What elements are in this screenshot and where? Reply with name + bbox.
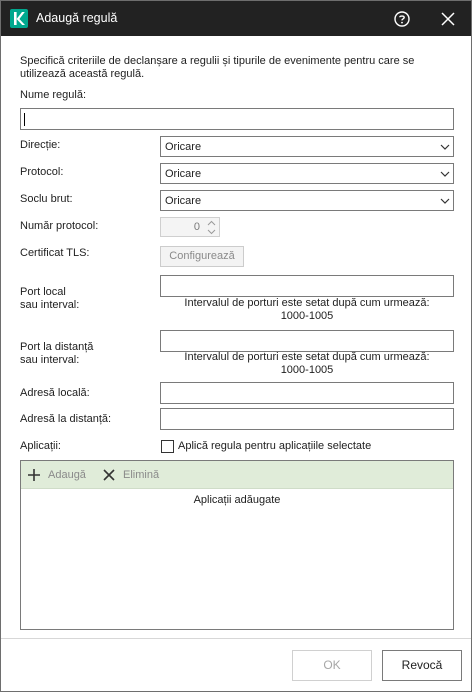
local-port-label-line2: sau interval:: [20, 299, 80, 311]
protocol-select[interactable]: Oricare: [160, 163, 454, 184]
add-rule-dialog: Adaugă regulă Specifică criteriile de de…: [0, 0, 472, 692]
help-button[interactable]: [391, 8, 413, 30]
spin-down-icon[interactable]: [207, 229, 216, 235]
applications-list-header: Aplicații adăugate: [193, 494, 281, 506]
applications-list[interactable]: Adaugă Elimină Aplicații adăugate: [20, 460, 454, 630]
local-port-input[interactable]: [160, 275, 454, 297]
direction-label: Direcție:: [20, 139, 61, 151]
raw-socket-value: Oricare: [165, 195, 202, 207]
raw-socket-label: Soclu brut:: [20, 193, 73, 205]
remote-port-hint-line2: 1000-1005: [280, 364, 334, 376]
local-address-label: Adresă locală:: [20, 387, 90, 399]
remote-port-input[interactable]: [160, 330, 454, 352]
apply-to-apps-label[interactable]: Aplică regula pentru aplicațiile selecta…: [178, 440, 371, 452]
remote-port-hint-line1: Intervalul de porturi este setat după cu…: [184, 351, 430, 363]
direction-select[interactable]: Oricare: [160, 136, 454, 157]
dialog-description: Specifică criteriile de declanșare a reg…: [20, 55, 415, 80]
local-port-hint-line1: Intervalul de porturi este setat după cu…: [184, 297, 430, 309]
close-button[interactable]: [437, 8, 459, 30]
raw-socket-select[interactable]: Oricare: [160, 190, 454, 211]
local-port-label: Port local sau interval:: [20, 286, 79, 312]
local-port-label-line1: Port local: [20, 286, 66, 298]
tls-certificate-label: Certificat TLS:: [20, 247, 90, 259]
apply-to-apps-checkbox[interactable]: [161, 440, 174, 453]
close-icon: [441, 12, 455, 26]
help-circle-icon: [394, 11, 410, 27]
remote-address-label: Adresă la distanță:: [20, 413, 112, 425]
chevron-down-icon: [440, 144, 450, 150]
configure-button[interactable]: Configurează: [160, 246, 244, 267]
rule-name-label: Nume regulă:: [20, 89, 87, 101]
protocol-number-stepper[interactable]: 0: [160, 217, 220, 237]
remote-port-label-line2: sau interval:: [20, 354, 80, 366]
remote-port-label-line1: Port la distanță: [20, 341, 94, 353]
chevron-down-icon: [440, 198, 450, 204]
protocol-number-label: Număr protocol:: [20, 220, 99, 232]
title-bar: Adaugă regulă: [1, 1, 471, 36]
kaspersky-logo-icon: [10, 9, 28, 28]
spin-up-icon[interactable]: [207, 220, 216, 226]
window-title: Adaugă regulă: [36, 11, 118, 25]
footer-divider: [1, 638, 471, 639]
cancel-button[interactable]: Revocă: [382, 650, 462, 681]
text-caret: [24, 113, 25, 126]
applications-label: Aplicații:: [20, 440, 61, 452]
add-app-button[interactable]: Adaugă: [48, 469, 86, 481]
protocol-label: Protocol:: [20, 166, 64, 178]
applications-toolbar: Adaugă Elimină: [21, 461, 453, 489]
direction-value: Oricare: [165, 141, 202, 153]
ok-button[interactable]: OK: [292, 650, 372, 681]
remote-port-label: Port la distanță sau interval:: [20, 341, 93, 367]
plus-icon[interactable]: [27, 468, 41, 482]
remote-address-input[interactable]: [160, 408, 454, 430]
protocol-value: Oricare: [165, 168, 202, 180]
protocol-number-value: 0: [193, 221, 200, 233]
local-port-hint: Intervalul de porturi este setat după cu…: [160, 297, 454, 323]
remote-port-hint: Intervalul de porturi este setat după cu…: [160, 351, 454, 377]
chevron-down-icon: [440, 171, 450, 177]
remove-app-button[interactable]: Elimină: [123, 469, 159, 481]
rule-name-input[interactable]: [20, 108, 454, 130]
local-port-hint-line2: 1000-1005: [280, 310, 334, 322]
x-icon[interactable]: [103, 469, 115, 481]
local-address-input[interactable]: [160, 382, 454, 404]
